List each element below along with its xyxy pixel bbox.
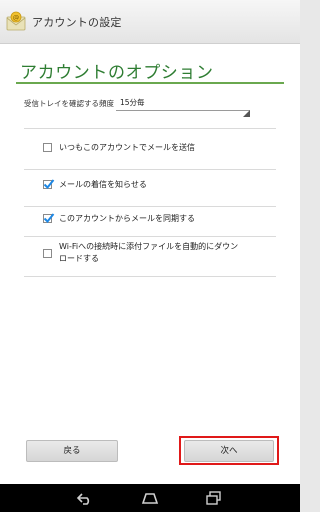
- option-sync-checkbox[interactable]: [43, 213, 55, 223]
- divider: [24, 236, 276, 237]
- check-frequency-label: 受信トレイを確認する頻度: [24, 99, 114, 108]
- option-sync-label: このアカウントからメールを同期する: [59, 214, 195, 223]
- svg-text:@: @: [13, 13, 20, 21]
- option-always-send-checkbox[interactable]: [43, 143, 52, 152]
- back-icon[interactable]: [76, 490, 94, 506]
- option-notify-checkbox[interactable]: [43, 179, 55, 189]
- option-wifi-download-label-line1: Wi-Fiへの接続時に添付ファイルを自動的にダウン: [59, 242, 239, 251]
- check-frequency-spinner[interactable]: 15分毎: [116, 93, 250, 117]
- options-panel: アカウントのオプション 受信トレイを確認する頻度 15分毎 いつもこのアカウント…: [0, 44, 300, 484]
- spinner-arrow-icon: [242, 102, 250, 117]
- screen: @ アカウントの設定 アカウントのオプション 受信トレイを確認する頻度 15分毎…: [0, 0, 300, 512]
- check-icon: [43, 179, 55, 189]
- option-sync-row[interactable]: このアカウントからメールを同期する: [24, 209, 276, 231]
- divider: [24, 128, 276, 129]
- option-wifi-download-row[interactable]: Wi-Fiへの接続時に添付ファイルを自動的にダウン ロードする: [24, 240, 276, 270]
- option-wifi-download-checkbox[interactable]: [43, 249, 52, 258]
- window-title: アカウントの設定: [32, 16, 122, 29]
- divider: [24, 206, 276, 207]
- check-frequency-value: 15分毎: [120, 98, 145, 107]
- option-notify-label: メールの着信を知らせる: [59, 180, 147, 189]
- option-always-send-row[interactable]: いつもこのアカウントでメールを送信: [24, 138, 276, 160]
- option-notify-row[interactable]: メールの着信を知らせる: [24, 175, 276, 197]
- page-title: アカウントのオプション: [20, 63, 214, 83]
- mail-envelope-icon: @: [6, 11, 26, 33]
- navigation-bar: [0, 484, 300, 512]
- next-button-highlight: [179, 436, 279, 465]
- divider: [24, 276, 276, 277]
- home-icon[interactable]: [141, 490, 159, 506]
- divider: [24, 169, 276, 170]
- check-icon: [43, 213, 55, 223]
- action-bar: @ アカウントの設定: [0, 0, 300, 44]
- back-button[interactable]: 戻る: [26, 440, 118, 462]
- recent-apps-icon[interactable]: [205, 490, 223, 506]
- option-wifi-download-label: Wi-Fiへの接続時に添付ファイルを自動的にダウン ロードする: [59, 241, 238, 265]
- title-divider: [16, 82, 284, 84]
- option-wifi-download-label-line2: ロードする: [59, 254, 99, 263]
- option-always-send-label: いつもこのアカウントでメールを送信: [59, 143, 195, 152]
